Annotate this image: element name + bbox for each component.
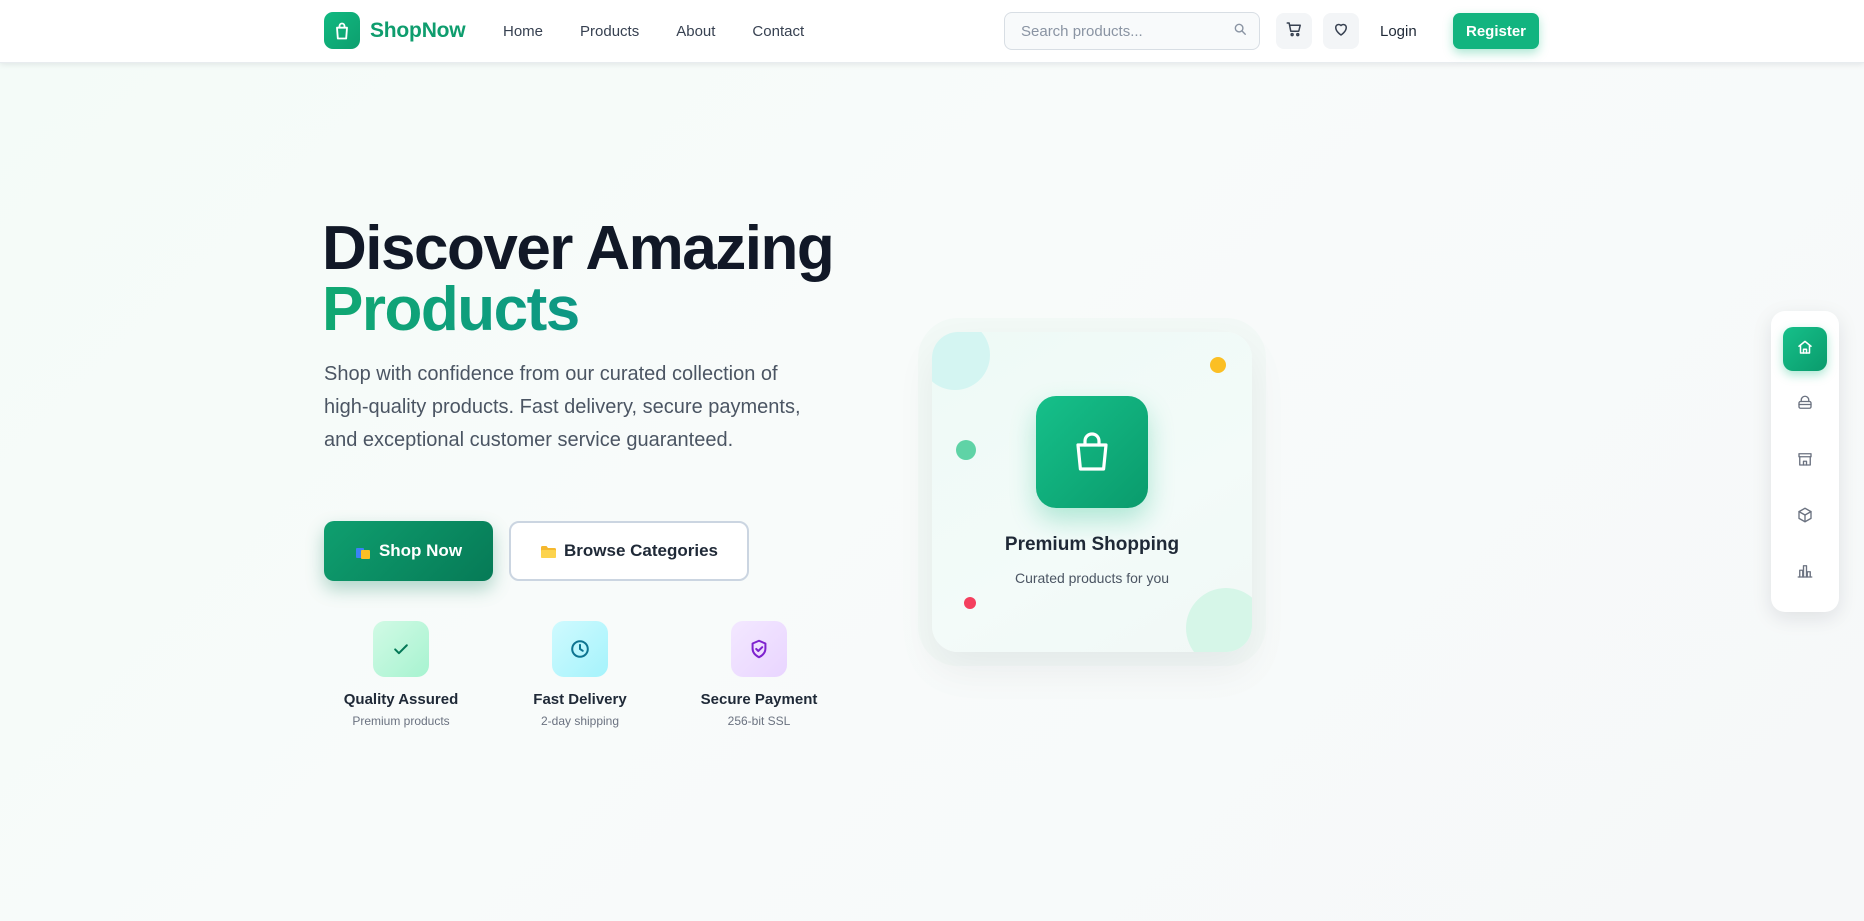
dock-store[interactable] (1783, 439, 1827, 483)
feature-subtitle: Premium products (352, 714, 450, 728)
decorative-circle (932, 332, 990, 390)
shopping-bag-icon (1036, 396, 1148, 508)
decorative-dot (964, 597, 976, 609)
box-icon (1796, 506, 1814, 529)
hero-title-line1: Discover Amazing (322, 214, 835, 283)
card-subtitle: Curated products for you (1014, 570, 1170, 586)
home-icon (1796, 338, 1814, 361)
feature-payment: Secure Payment 256-bit SSL (689, 621, 829, 728)
main-nav: Home Products About Contact (503, 0, 841, 63)
nav-link-products[interactable]: Products (580, 23, 639, 40)
quick-nav-dock (1771, 311, 1839, 612)
cart-button[interactable] (1276, 13, 1312, 49)
feature-subtitle: 256-bit SSL (727, 714, 791, 728)
wishlist-button[interactable] (1323, 13, 1359, 49)
feature-title: Secure Payment (700, 691, 818, 708)
browse-categories-label: Browse Categories (564, 541, 718, 560)
basket-icon (1796, 394, 1814, 417)
decorative-circle (1186, 588, 1252, 652)
nav-link-about[interactable]: About (676, 23, 715, 40)
hero-description: Shop with confidence from our curated co… (324, 363, 801, 451)
login-button[interactable]: Login (1380, 0, 1417, 63)
shopping-bags-icon (355, 544, 371, 559)
shop-now-button[interactable]: Shop Now (324, 521, 493, 581)
dock-box[interactable] (1783, 495, 1827, 539)
feature-title: Fast Delivery (533, 691, 627, 708)
feature-quality: Quality Assured Premium products (331, 621, 471, 728)
cart-icon (1285, 20, 1303, 43)
premium-shopping-card: Premium Shopping Curated products for yo… (932, 332, 1252, 652)
feature-delivery: Fast Delivery 2-day shipping (510, 621, 650, 728)
search-input[interactable] (1021, 22, 1233, 40)
search-icon[interactable] (1233, 22, 1247, 41)
clock-icon (552, 621, 608, 677)
brand-logo[interactable]: ShopNow (324, 12, 466, 49)
dock-basket[interactable] (1783, 383, 1827, 427)
hero-title-line2: Products (322, 279, 882, 341)
browse-categories-button[interactable]: Browse Categories (509, 521, 749, 581)
card-title: Premium Shopping (1004, 534, 1180, 555)
store-icon (1796, 450, 1814, 473)
folder-icon (540, 544, 556, 558)
decorative-dot (956, 440, 976, 460)
brand-name: ShopNow (370, 18, 466, 42)
heart-icon (1332, 20, 1350, 43)
hero-title: Discover Amazing Products (322, 218, 882, 341)
dock-home[interactable] (1783, 327, 1827, 371)
shopping-bag-icon (324, 12, 360, 49)
dock-chart[interactable] (1783, 551, 1827, 595)
feature-title: Quality Assured (343, 691, 459, 708)
register-button[interactable]: Register (1453, 13, 1539, 49)
nav-link-contact[interactable]: Contact (752, 23, 804, 40)
check-icon (373, 621, 429, 677)
feature-subtitle: 2-day shipping (540, 714, 620, 728)
decorative-dot (1210, 357, 1226, 373)
shield-check-icon (731, 621, 787, 677)
nav-link-home[interactable]: Home (503, 23, 543, 40)
chart-icon (1796, 562, 1814, 585)
top-navbar: ShopNow Home Products About Contact Logi… (0, 0, 1864, 63)
shop-now-label: Shop Now (378, 541, 463, 560)
search-box (1004, 12, 1260, 50)
